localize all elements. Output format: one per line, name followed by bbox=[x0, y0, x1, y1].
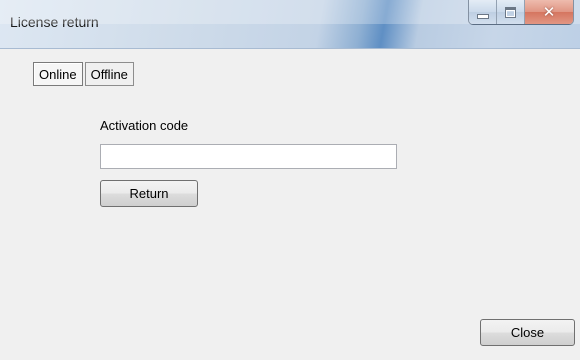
window-title: License return bbox=[10, 14, 99, 30]
maximize-button[interactable] bbox=[497, 0, 525, 24]
activation-code-input[interactable] bbox=[100, 144, 397, 169]
dialog-body: Online Offline Activation code Return Cl… bbox=[0, 49, 580, 360]
title-bar[interactable]: License return ✕ bbox=[0, 0, 580, 49]
maximize-icon bbox=[505, 6, 516, 18]
close-icon: ✕ bbox=[542, 3, 556, 21]
minimize-icon bbox=[476, 13, 489, 19]
return-button[interactable]: Return bbox=[100, 180, 198, 207]
tab-offline[interactable]: Offline bbox=[84, 62, 134, 86]
close-button[interactable]: Close bbox=[480, 319, 575, 346]
tab-online[interactable]: Online bbox=[33, 62, 83, 86]
activation-code-label: Activation code bbox=[100, 118, 189, 133]
minimize-button[interactable] bbox=[469, 0, 497, 24]
close-window-button[interactable]: ✕ bbox=[525, 0, 573, 24]
window-controls: ✕ bbox=[468, 0, 574, 25]
tab-strip: Online Offline bbox=[33, 62, 134, 86]
license-return-window: License return ✕ Online Offline Activati… bbox=[0, 0, 580, 360]
